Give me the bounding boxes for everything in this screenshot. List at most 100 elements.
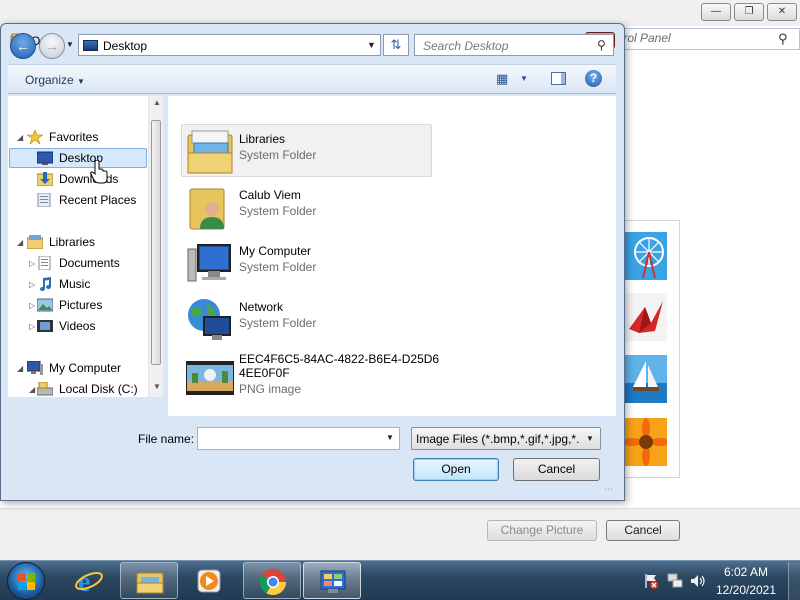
desktop-icon (37, 151, 53, 165)
search-desktop-input[interactable]: Search Desktop ⚲ (414, 34, 614, 56)
organize-label: Organize (25, 73, 74, 87)
forward-button[interactable]: → (39, 33, 65, 59)
expand-collapse-icon[interactable]: ◢ (17, 238, 23, 247)
sailboat-thumbnail[interactable] (625, 355, 667, 403)
maximize-button[interactable]: ❐ (734, 3, 764, 21)
file-name-dropdown-icon[interactable]: ▼ (386, 433, 394, 442)
refresh-button[interactable]: ⇅ (383, 34, 409, 56)
taskbar-media-player[interactable] (180, 562, 238, 599)
command-toolbar: Organize ▼ ▦ ▼ ? (8, 64, 616, 94)
taskbar-windows-explorer[interactable] (120, 562, 178, 599)
help-icon[interactable]: ? (585, 70, 602, 87)
expand-collapse-icon[interactable]: ◢ (17, 133, 23, 142)
nav-label: Pictures (59, 298, 103, 312)
start-button[interactable] (7, 562, 45, 600)
libraries-icon (27, 235, 43, 249)
pictures-icon (37, 298, 53, 312)
taskbar-control-panel[interactable] (303, 562, 361, 599)
nav-label: Music (59, 277, 91, 291)
chevron-down-icon: ▼ (586, 434, 594, 443)
file-name: Libraries (239, 132, 286, 146)
address-dropdown-icon[interactable]: ▼ (367, 40, 376, 50)
png-thumbnail-icon (186, 361, 234, 395)
flower-thumbnail[interactable] (625, 418, 667, 466)
close-window-button[interactable]: ✕ (767, 3, 797, 21)
expand-collapse-icon[interactable]: ◢ (29, 385, 35, 394)
videos-icon (37, 320, 53, 332)
cancel-button[interactable]: Cancel (513, 458, 600, 481)
navigation-scrollbar[interactable]: ▲ ▼ (148, 96, 163, 397)
view-options-dropdown[interactable]: ▼ (520, 74, 528, 83)
file-name: My Computer (239, 244, 312, 258)
svg-text:e: e (78, 567, 90, 596)
expand-icon[interactable]: ▷ (29, 322, 35, 331)
scroll-thumb[interactable] (151, 120, 161, 365)
recent-locations-dropdown[interactable]: ▼ (66, 40, 74, 49)
file-item-png[interactable]: EEC4F6C5-84AC-4822-B6E4-D25D6 4EE0F0F PN… (184, 347, 439, 399)
volume-icon[interactable] (690, 573, 706, 589)
clock-time[interactable]: 6:02 AM (712, 565, 780, 579)
star-icon (27, 130, 43, 144)
organize-button[interactable]: Organize ▼ (25, 73, 85, 87)
file-type: System Folder (239, 204, 317, 218)
windows-logo-icon (18, 573, 35, 590)
chrome-icon (259, 569, 287, 596)
address-text: Desktop (103, 39, 148, 53)
nav-label: Libraries (49, 235, 96, 249)
background-cancel-button[interactable]: Cancel (606, 520, 680, 541)
search-placeholder: Search Desktop (423, 39, 509, 53)
background-footer (0, 509, 800, 560)
ferris-wheel-thumbnail[interactable] (625, 232, 667, 280)
file-name-label: File name: (138, 432, 195, 446)
expand-icon[interactable]: ▷ (29, 280, 35, 289)
taskbar: e (0, 560, 800, 600)
computer-icon (187, 244, 231, 282)
file-item-libraries[interactable]: Libraries System Folder (184, 127, 434, 177)
scroll-up-icon[interactable]: ▲ (153, 98, 161, 107)
downloads-folder-icon (37, 172, 53, 186)
expand-icon[interactable]: ▷ (29, 259, 35, 268)
music-icon (40, 277, 51, 291)
nav-label: Videos (59, 319, 96, 333)
file-name-input[interactable] (197, 427, 400, 450)
change-view-icon[interactable]: ▦ (496, 71, 512, 86)
file-item-calub-viem[interactable]: Calub Viem System Folder (184, 183, 434, 233)
resize-grip-icon[interactable]: ⋯ (604, 484, 613, 495)
hand-cursor-icon (90, 160, 108, 184)
file-item-my-computer[interactable]: My Computer System Folder (184, 239, 434, 289)
nav-label: Downloads (59, 172, 119, 186)
open-button[interactable]: Open (413, 458, 499, 481)
search-icon[interactable]: ⚲ (597, 38, 606, 52)
preview-pane-icon[interactable] (551, 72, 566, 85)
network-icon (188, 299, 231, 340)
search-icon[interactable]: ⚲ (778, 31, 788, 47)
taskbar-internet-explorer[interactable]: e (60, 562, 118, 599)
origami-crane-thumbnail[interactable] (625, 293, 667, 341)
scroll-down-icon[interactable]: ▼ (153, 382, 161, 391)
internet-explorer-icon: e (75, 567, 103, 596)
show-desktop-button[interactable] (788, 562, 800, 600)
minimize-button[interactable]: — (701, 3, 731, 21)
file-name: EEC4F6C5-84AC-4822-B6E4-D25D6 (239, 352, 440, 366)
user-folder-icon (189, 188, 225, 230)
expand-icon[interactable]: ▷ (29, 301, 35, 310)
back-button[interactable]: ← (10, 33, 36, 59)
file-type-select[interactable]: Image Files (*.bmp,*.gif,*.jpg,*. ▼ (411, 427, 601, 450)
documents-icon (38, 256, 51, 270)
nav-label: Recent Places (59, 193, 137, 207)
control-panel-search-placeholder: trol Panel (620, 31, 671, 45)
address-bar[interactable]: Desktop ▼ (78, 34, 381, 56)
taskbar-chrome[interactable] (243, 562, 301, 599)
change-picture-button[interactable]: Change Picture (487, 520, 597, 541)
expand-collapse-icon[interactable]: ◢ (17, 364, 23, 373)
action-center-flag-icon[interactable] (643, 573, 659, 589)
network-status-icon[interactable] (667, 573, 683, 589)
file-type: System Folder (239, 316, 317, 330)
file-name: Calub Viem (239, 188, 301, 202)
control-panel-icon (320, 570, 346, 593)
nav-label: Local Disk (C:) (59, 382, 138, 396)
clock-date[interactable]: 12/20/2021 (712, 583, 780, 597)
file-item-network[interactable]: Network System Folder (184, 295, 434, 345)
file-type: System Folder (239, 148, 317, 162)
nav-label: Documents (59, 256, 120, 270)
